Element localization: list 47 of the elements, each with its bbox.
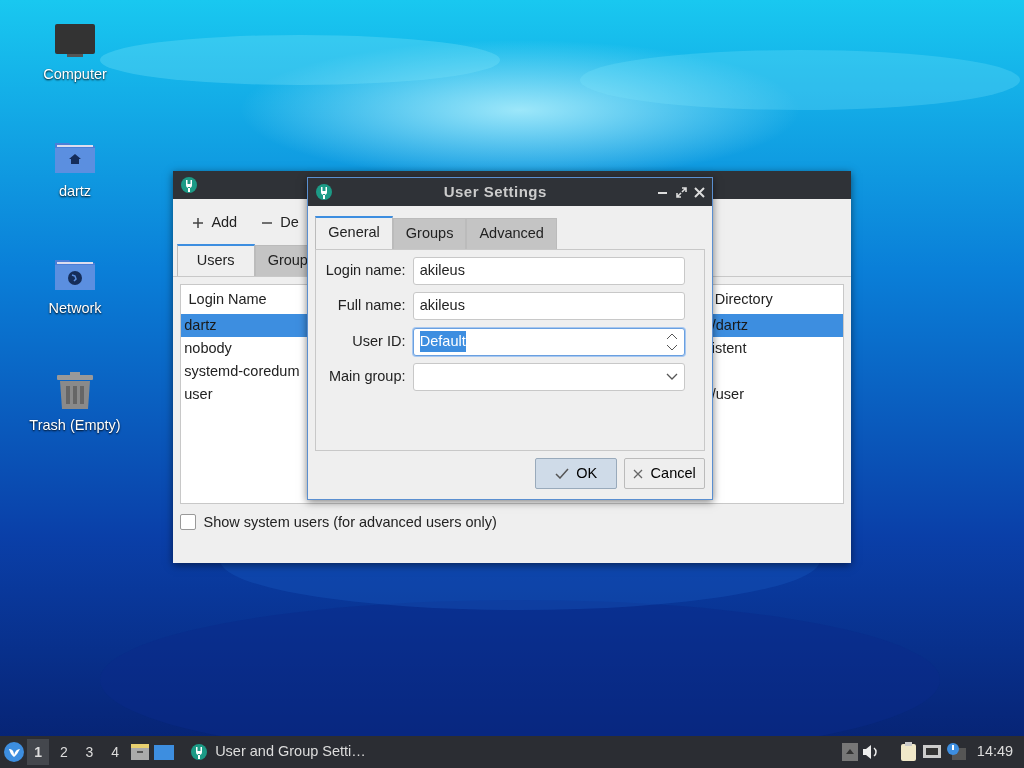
field-label: User ID:	[351, 331, 406, 351]
close-icon[interactable]	[693, 186, 705, 198]
workspace-button[interactable]: 4	[104, 739, 127, 765]
window-title: User Settings	[442, 181, 548, 202]
desktop-icon-label[interactable]: Network	[48, 297, 102, 320]
workspace-button[interactable]: 1	[27, 739, 50, 765]
input-field[interactable]: akileus	[412, 257, 685, 285]
app-icon	[315, 183, 334, 201]
taskbar-task[interactable]: User and Group Setti…	[186, 741, 370, 763]
column-header[interactable]: Directory	[714, 285, 843, 315]
app-icon	[189, 743, 208, 761]
desktop-icon-label[interactable]: Trash (Empty)	[29, 414, 121, 437]
spinner-arrows-icon[interactable]	[665, 332, 678, 351]
tab[interactable]: Groups	[392, 218, 467, 249]
chevron-down-icon[interactable]	[665, 373, 678, 381]
tab[interactable]: General	[315, 216, 393, 249]
add-button[interactable]: Add	[187, 207, 242, 239]
field-label: Full name:	[336, 296, 406, 316]
checkbox[interactable]	[180, 514, 197, 531]
cancel-button[interactable]: Cancel	[624, 458, 705, 489]
volume-icon[interactable]	[861, 742, 880, 762]
tab[interactable]: Advanced	[466, 218, 557, 249]
column-header[interactable]: Login Name	[181, 285, 306, 315]
table-cell-text: user	[184, 384, 214, 404]
clipboard-icon[interactable]	[898, 741, 919, 763]
field-label: Login name:	[324, 261, 406, 281]
workspace-button[interactable]: 3	[78, 739, 101, 765]
plus-icon	[192, 217, 205, 229]
check-icon	[555, 468, 569, 479]
workspace-button[interactable]: 2	[52, 739, 75, 765]
close-icon	[633, 468, 644, 479]
app-icon	[180, 176, 199, 194]
maximize-icon[interactable]	[675, 186, 687, 198]
field-label: Main group:	[327, 366, 406, 386]
table-cell-text: dartz	[184, 315, 218, 335]
checkbox-label[interactable]: Show system users (for advanced users only)	[203, 511, 497, 534]
table-cell-text: /user	[711, 384, 745, 404]
input-field[interactable]: akileus	[412, 292, 685, 321]
ok-button[interactable]: OK	[535, 458, 618, 489]
remove-button[interactable]: De	[256, 207, 304, 239]
file-cabinet-icon[interactable]	[129, 742, 150, 762]
table-cell-text: /dartz	[711, 315, 749, 335]
start-menu-icon[interactable]	[3, 742, 24, 762]
desktop-icon[interactable]	[153, 742, 176, 762]
notification-icon[interactable]	[945, 742, 966, 762]
tab[interactable]: Users	[176, 244, 255, 276]
clock: 14:49	[976, 742, 1014, 762]
